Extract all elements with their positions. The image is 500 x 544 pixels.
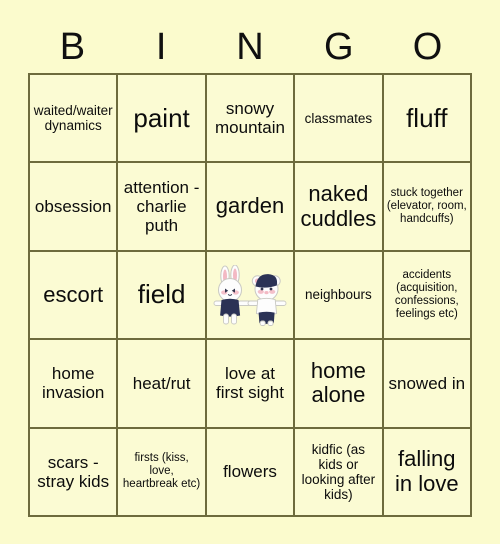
header-letter-o: O bbox=[412, 26, 443, 68]
bingo-cell-label: escort bbox=[43, 281, 104, 307]
bingo-cell-free-space[interactable] bbox=[206, 251, 296, 341]
bingo-cell[interactable]: obsession bbox=[30, 163, 119, 252]
bingo-cell-label: naked cuddles bbox=[300, 180, 377, 231]
bingo-cell[interactable]: paint bbox=[118, 75, 207, 164]
bingo-cell-label: love at first sight bbox=[215, 364, 284, 403]
bingo-cell[interactable]: love at first sight bbox=[206, 340, 296, 429]
bingo-cell-label: flowers bbox=[223, 462, 277, 482]
bingo-cell[interactable]: stuck together (elevator, room, handcuff… bbox=[383, 163, 472, 252]
bingo-cell-label: stuck together (elevator, room, handcuff… bbox=[386, 187, 467, 226]
bingo-cell[interactable]: home invasion bbox=[30, 340, 119, 429]
bingo-cell[interactable]: escort bbox=[30, 251, 119, 341]
bingo-cell[interactable]: falling in love bbox=[383, 428, 472, 517]
bingo-cell-label: paint bbox=[133, 102, 190, 133]
bingo-cell[interactable]: flowers bbox=[206, 428, 296, 517]
header-letter-i: I bbox=[155, 26, 167, 68]
bingo-cell-label: classmates bbox=[304, 110, 373, 126]
bingo-cell[interactable]: fluff bbox=[383, 75, 472, 164]
bingo-cell[interactable]: field bbox=[118, 251, 207, 341]
bingo-cell[interactable]: kidfic (as kids or looking after kids) bbox=[295, 428, 384, 517]
bingo-cell-label: waited/waiter dynamics bbox=[33, 103, 113, 134]
bingo-cell-label: home alone bbox=[310, 357, 366, 408]
bingo-cell-label: accidents (acquisition, confessions, fee… bbox=[394, 269, 459, 320]
bingo-cell[interactable]: neighbours bbox=[295, 251, 384, 341]
bingo-header: B I N G O bbox=[28, 22, 472, 72]
header-letter-n: N bbox=[236, 26, 264, 68]
bingo-cell[interactable]: snowy mountain bbox=[206, 75, 296, 164]
bingo-cell-label: fluff bbox=[406, 102, 448, 133]
bingo-cell-label: attention - charlie puth bbox=[123, 178, 200, 236]
bingo-cell-label: snowy mountain bbox=[215, 99, 285, 138]
bingo-cell-label: kidfic (as kids or looking after kids) bbox=[301, 441, 376, 502]
bingo-cell-label: heat/rut bbox=[132, 373, 191, 393]
bingo-cell-label: field bbox=[137, 279, 186, 310]
bingo-cell-label: falling in love bbox=[395, 446, 459, 496]
bingo-cell[interactable]: accidents (acquisition, confessions, fee… bbox=[383, 251, 472, 341]
bingo-cell[interactable]: garden bbox=[206, 163, 296, 252]
header-letter-b: B bbox=[59, 26, 86, 68]
bingo-cell-label: firsts (kiss, love, heartbreak etc) bbox=[122, 452, 201, 491]
bunny-and-bear-couple-icon bbox=[207, 252, 293, 338]
bingo-cell-label: snowed in bbox=[388, 373, 466, 393]
bingo-cell[interactable]: snowed in bbox=[383, 340, 472, 429]
bingo-cell-label: neighbours bbox=[304, 287, 372, 303]
bingo-cell[interactable]: home alone bbox=[295, 340, 384, 429]
header-letter-g: G bbox=[324, 26, 354, 68]
bingo-cell[interactable]: naked cuddles bbox=[295, 163, 384, 252]
bingo-cell-label: garden bbox=[215, 193, 285, 219]
bingo-grid: waited/waiter dynamics paint snowy mountai… bbox=[28, 73, 472, 517]
bingo-cell-label: scars - stray kids bbox=[37, 452, 110, 491]
bingo-card: B I N G O waited/waiter dynamics paint sno… bbox=[0, 0, 500, 544]
bingo-cell[interactable]: heat/rut bbox=[118, 340, 207, 429]
bingo-cell[interactable]: firsts (kiss, love, heartbreak etc) bbox=[118, 428, 207, 517]
bingo-cell[interactable]: scars - stray kids bbox=[30, 428, 119, 517]
bingo-cell-label: obsession bbox=[34, 197, 112, 217]
bingo-cell[interactable]: waited/waiter dynamics bbox=[30, 75, 119, 164]
bingo-cell[interactable]: attention - charlie puth bbox=[118, 163, 207, 252]
bingo-cell[interactable]: classmates bbox=[295, 75, 384, 164]
bingo-cell-label: home invasion bbox=[42, 364, 105, 403]
